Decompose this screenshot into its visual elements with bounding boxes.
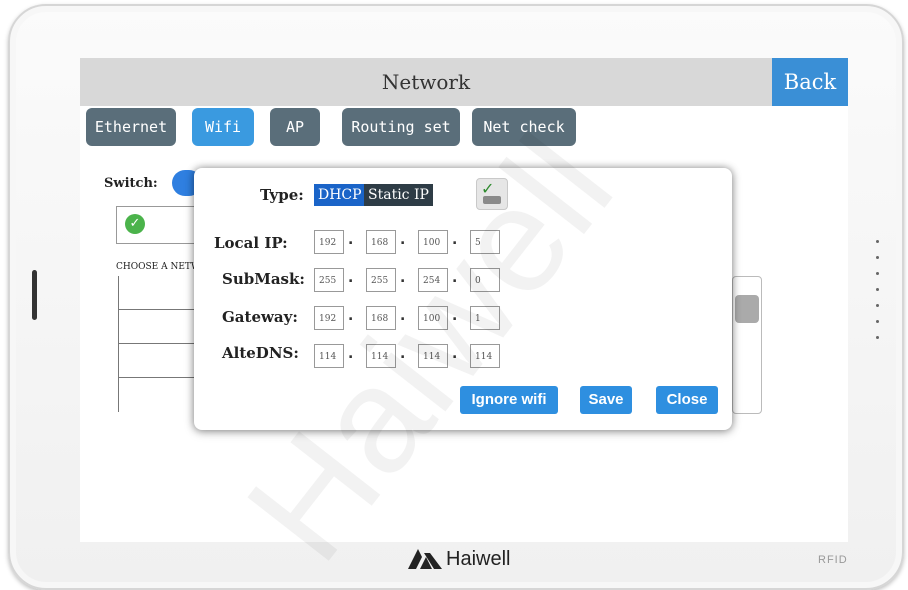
altedns-octet-1[interactable]: 114 (314, 344, 344, 368)
gateway-octet-3[interactable]: 100 (418, 306, 448, 330)
rfid-label: RFID (818, 554, 848, 566)
ip-settings-dialog: Type: DHCP Static IP ✓ Local IP: 192 . 1… (194, 168, 732, 430)
save-button[interactable]: Save (580, 386, 632, 414)
type-static-ip-option[interactable]: Static IP (364, 184, 433, 206)
network-list (118, 276, 199, 412)
device-brand: Haiwell (408, 544, 510, 574)
list-item[interactable] (119, 276, 199, 310)
switch-label: Switch: (104, 176, 158, 191)
local-ip-octet-2[interactable]: 168 (366, 230, 396, 254)
type-label: Type: (260, 186, 304, 204)
close-button[interactable]: Close (656, 386, 718, 414)
altedns-octet-3[interactable]: 114 (418, 344, 448, 368)
choose-network-label: CHOOSE A NETW (116, 262, 201, 272)
tab-routing-set[interactable]: Routing set (342, 108, 460, 146)
altedns-octet-4[interactable]: 114 (470, 344, 500, 368)
altedns-label: AlteDNS: (222, 344, 299, 362)
list-item[interactable] (119, 344, 199, 378)
local-ip-octet-1[interactable]: 192 (314, 230, 344, 254)
device-side-button (32, 270, 37, 320)
tab-net-check[interactable]: Net check (472, 108, 576, 146)
list-item[interactable] (119, 310, 199, 344)
ignore-wifi-button[interactable]: Ignore wifi (460, 386, 558, 414)
speaker-dots (876, 240, 880, 352)
check-icon: ✓ (125, 214, 145, 234)
brand-logo-icon (408, 549, 442, 569)
back-button[interactable]: Back (772, 58, 848, 106)
gateway-octet-1[interactable]: 192 (314, 306, 344, 330)
submask-octet-1[interactable]: 255 (314, 268, 344, 292)
gateway-octet-4[interactable]: 1 (470, 306, 500, 330)
local-ip-label: Local IP: (214, 234, 288, 252)
tab-ap[interactable]: AP (270, 108, 320, 146)
gateway-label: Gateway: (222, 308, 298, 326)
scrollbar[interactable] (732, 276, 762, 414)
tab-wifi[interactable]: Wifi (192, 108, 254, 146)
gateway-octet-2[interactable]: 168 (366, 306, 396, 330)
screen: Network Back Ethernet Wifi AP Routing se… (80, 58, 848, 542)
submask-octet-2[interactable]: 255 (366, 268, 396, 292)
submask-octet-3[interactable]: 254 (418, 268, 448, 292)
submask-octet-4[interactable]: 0 (470, 268, 500, 292)
local-ip-octet-3[interactable]: 100 (418, 230, 448, 254)
page-title: Network (381, 70, 471, 94)
tab-ethernet[interactable]: Ethernet (86, 108, 176, 146)
submask-label: SubMask: (222, 270, 305, 288)
title-bar: Network Back (80, 58, 848, 106)
local-ip-octet-4[interactable]: 5 (470, 230, 500, 254)
altedns-octet-2[interactable]: 114 (366, 344, 396, 368)
scrollbar-thumb[interactable] (735, 295, 759, 323)
apply-icon[interactable]: ✓ (476, 178, 508, 210)
type-dhcp-option[interactable]: DHCP (314, 184, 366, 206)
brand-name: Haiwell (446, 547, 511, 570)
